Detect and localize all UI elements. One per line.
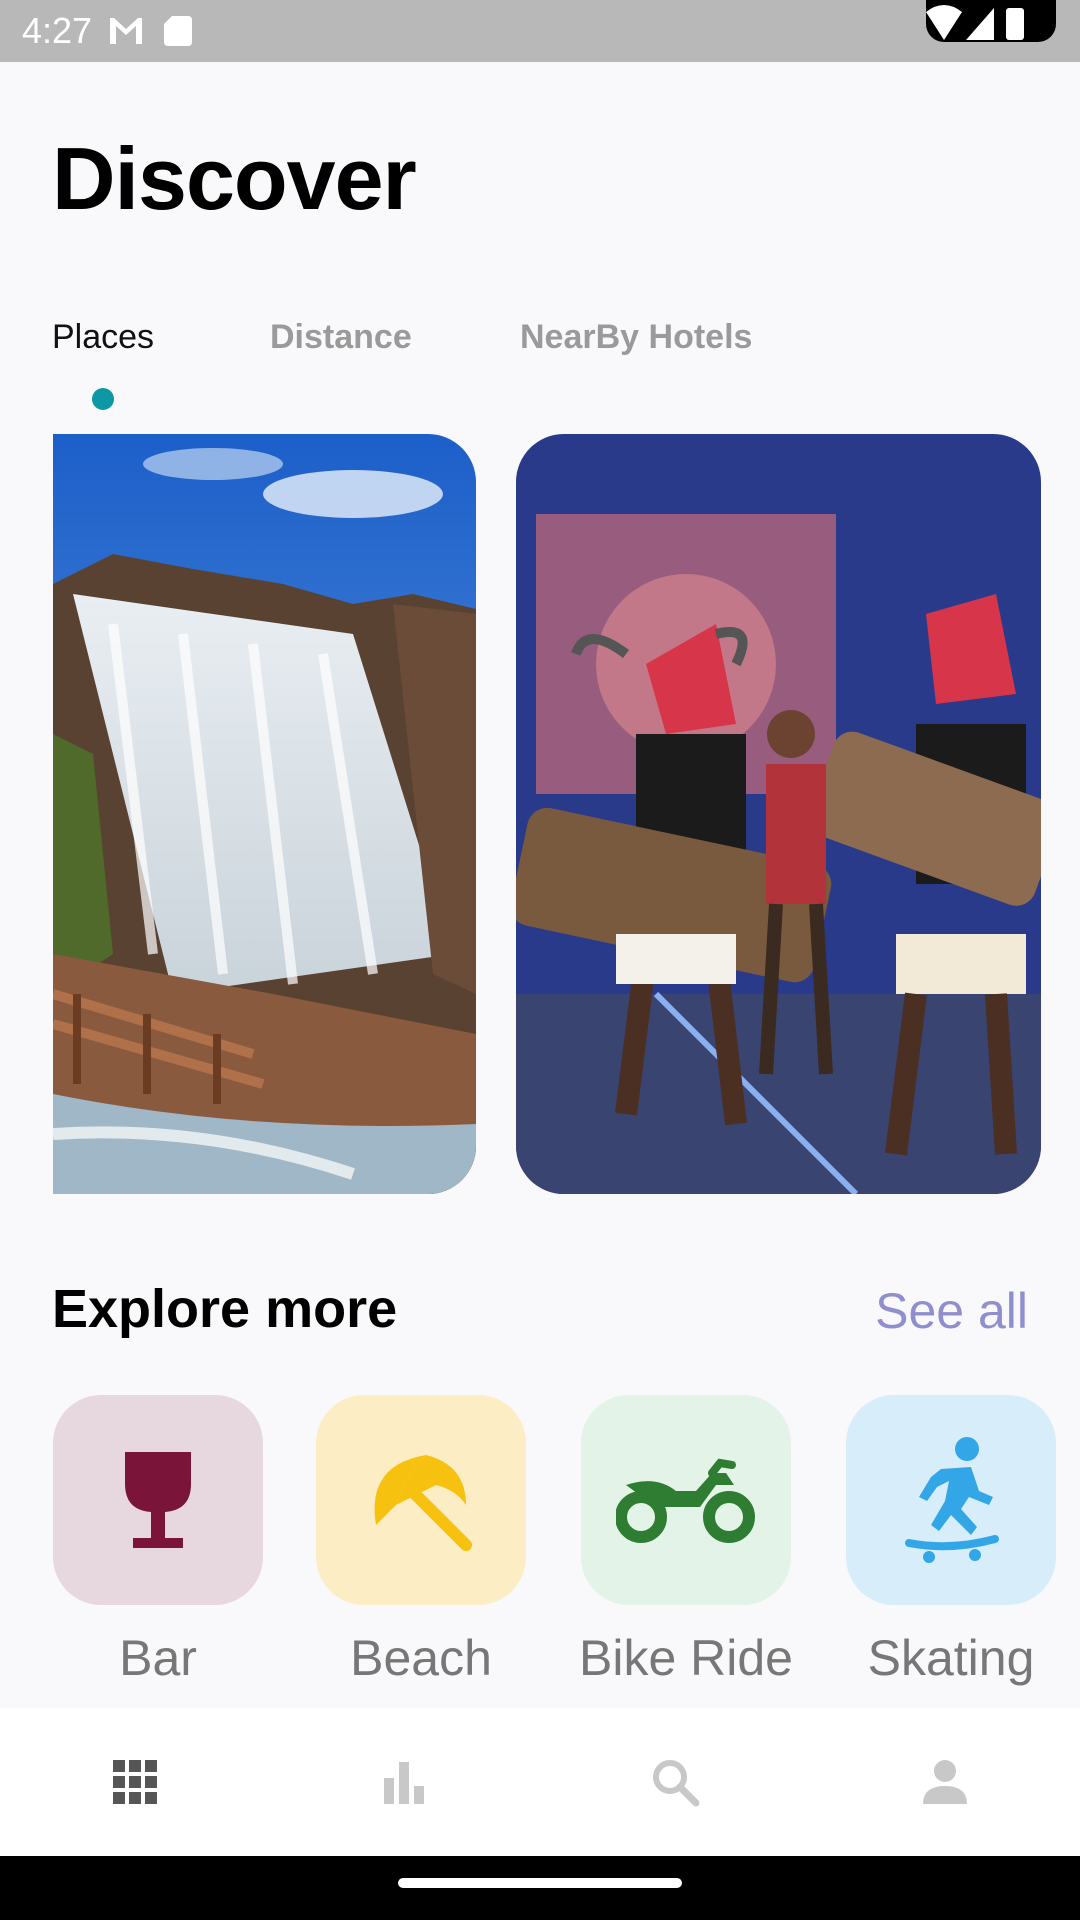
place-card-tribal-dance[interactable] <box>516 434 1041 1194</box>
gesture-navigation-bar <box>0 1856 1080 1920</box>
category-bike-ride[interactable]: Bike Ride <box>579 1395 793 1686</box>
signal-icon <box>966 8 994 40</box>
place-card-waterfall[interactable] <box>53 434 476 1194</box>
category-beach[interactable]: Beach <box>316 1395 526 1686</box>
category-label: Bike Ride <box>579 1630 793 1686</box>
category-label: Beach <box>350 1630 492 1686</box>
category-skating[interactable]: Skating <box>846 1395 1056 1686</box>
nav-home[interactable] <box>105 1752 165 1812</box>
sd-card-icon <box>164 16 192 46</box>
person-icon <box>923 1760 967 1804</box>
bottom-navigation <box>0 1708 1080 1856</box>
page-title: Discover <box>52 129 417 228</box>
category-bike-ride-tile[interactable] <box>581 1395 791 1605</box>
grid-icon <box>113 1760 157 1804</box>
nav-stats[interactable] <box>374 1752 434 1812</box>
tab-nearby-hotels[interactable]: NearBy Hotels <box>520 318 752 357</box>
skateboarding-icon <box>905 1437 999 1563</box>
status-time: 4:27 <box>22 10 93 51</box>
bar-chart-icon <box>384 1762 424 1804</box>
nav-profile[interactable] <box>915 1752 975 1812</box>
category-label: Bar <box>119 1630 197 1686</box>
system-icons <box>926 0 1056 42</box>
motorcycle-icon <box>616 1458 755 1543</box>
nav-search[interactable] <box>645 1752 705 1812</box>
notification-icons <box>108 12 198 53</box>
search-icon <box>653 1760 700 1807</box>
gmail-icon <box>110 18 142 44</box>
status-bar: 4:27 <box>0 0 1080 62</box>
explore-more-title: Explore more <box>52 1279 398 1339</box>
category-bar[interactable]: Bar <box>53 1395 263 1686</box>
battery-icon <box>1006 8 1024 40</box>
tab-distance[interactable]: Distance <box>270 318 412 357</box>
category-label: Skating <box>867 1630 1035 1686</box>
waterfall-image <box>53 434 476 1194</box>
tab-places[interactable]: Places <box>52 318 154 357</box>
see-all-link[interactable]: See all <box>875 1282 1028 1340</box>
category-beach-tile[interactable] <box>316 1395 526 1605</box>
category-bar-tile[interactable] <box>53 1395 263 1605</box>
wine-glass-icon <box>125 1452 191 1548</box>
active-tab-indicator <box>92 388 114 410</box>
beach-umbrella-icon <box>374 1455 472 1551</box>
category-skating-tile[interactable] <box>846 1395 1056 1605</box>
tribal-dance-image <box>516 434 1041 1194</box>
home-gesture-handle[interactable] <box>398 1878 682 1888</box>
wifi-icon <box>926 5 962 40</box>
